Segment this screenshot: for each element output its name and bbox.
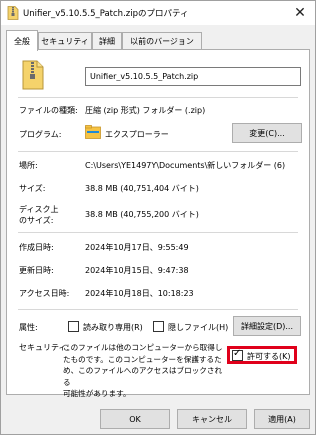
location-value: C:\Users\YE1497Y\Documents\新しいフォルダー (6) [85,161,286,170]
divider [18,232,298,233]
size-label: サイズ: [19,184,46,193]
zip-folder-icon [22,60,44,90]
title-bar: Unifier_v5.10.5.5_Patch.zipのプロパティ ✕ [1,1,315,25]
readonly-label[interactable]: 読み取り専用(R) [83,322,143,333]
tab-label: 以前のバージョン [130,37,194,46]
modified-label: 更新日時: [19,266,54,275]
divider [18,309,298,310]
attributes-label: 属性: [19,323,38,332]
close-button[interactable]: ✕ [285,1,315,25]
file-type-value: 圧縮 (zip 形式) フォルダー (.zip) [85,106,206,115]
apply-button[interactable]: 適用(A) [254,409,310,429]
security-line: め、このファイルへのアクセスはブロックされる [63,366,223,387]
tab-security[interactable]: セキュリティ [38,32,92,50]
accessed-label: アクセス日時: [19,289,70,298]
program-label: プログラム: [19,130,62,139]
disk-size-value: 38.8 MB (40,755,200 バイト) [85,210,199,219]
tab-label: 全般 [14,36,30,46]
tab-label: 詳細 [99,37,115,46]
close-icon: ✕ [294,5,306,21]
tab-previous-versions[interactable]: 以前のバージョン [122,32,202,50]
file-explorer-icon [85,125,101,139]
divider [18,97,298,98]
tab-general[interactable]: 全般 [6,30,38,51]
cancel-button[interactable]: キャンセル [177,409,247,429]
security-line: このファイルは他のコンピューターから取得し [63,343,223,352]
ok-button[interactable]: OK [100,409,170,429]
security-label: セキュリティ: [19,343,70,352]
window-title: Unifier_v5.10.5.5_Patch.zipのプロパティ [23,9,189,19]
hidden-checkbox[interactable] [153,321,164,332]
size-value: 38.8 MB (40,751,404 バイト) [85,184,199,193]
advanced-attributes-button[interactable]: 詳細設定(D)... [233,316,301,336]
unblock-checkbox[interactable] [232,348,243,361]
tab-details[interactable]: 詳細 [92,32,122,50]
readonly-checkbox[interactable] [68,321,79,332]
security-message: このファイルは他のコンピューターから取得し たものです。このコンピューターを保護… [63,342,225,400]
disk-size-label-line1: ディスク上 [19,205,59,214]
modified-value: 2024年10月15日、9:47:38 [85,266,189,275]
properties-dialog: Unifier_v5.10.5.5_Patch.zipのプロパティ ✕ 全般 セ… [0,0,316,435]
change-program-button[interactable]: 変更(C)... [232,123,302,143]
security-line: たものです。このコンピューターを保護するた [63,354,222,364]
accessed-value: 2024年10月18日、10:18:23 [85,289,194,298]
location-label: 場所: [19,161,38,170]
disk-size-label-line2: のサイズ: [19,216,54,225]
hidden-label[interactable]: 隠しファイル(H) [168,322,228,333]
general-panel: ファイルの種類: 圧縮 (zip 形式) フォルダー (.zip) プログラム:… [6,49,310,398]
created-value: 2024年10月17日、9:55:49 [85,243,189,252]
file-type-label: ファイルの種類: [19,106,78,115]
zip-file-icon [7,6,19,20]
security-line: 可能性があります。 [63,389,131,399]
tab-label: セキュリティ [41,37,89,46]
file-name-field[interactable] [85,67,301,86]
divider [18,151,298,152]
unblock-label[interactable]: 許可する(K) [247,351,291,362]
created-label: 作成日時: [19,243,54,252]
program-value: エクスプローラー [105,130,169,139]
